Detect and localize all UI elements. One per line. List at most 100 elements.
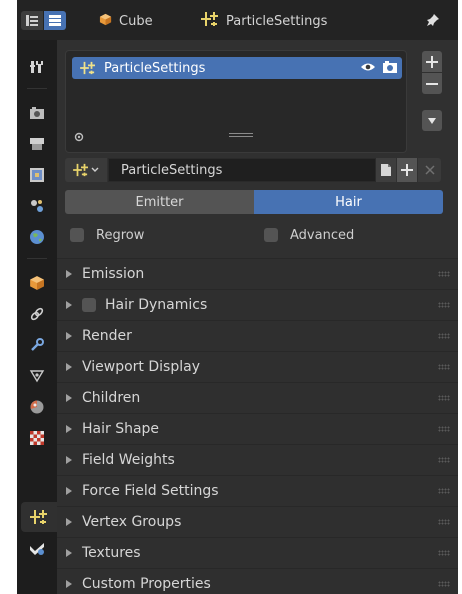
- panel-label: Hair Dynamics: [105, 297, 208, 313]
- particle-icon: [80, 61, 96, 75]
- checkbox-box[interactable]: [70, 228, 84, 242]
- data-icon[interactable]: [21, 534, 53, 564]
- panel-hair-dynamics[interactable]: Hair Dynamics: [57, 289, 458, 320]
- drag-handle-icon[interactable]: [438, 519, 450, 525]
- drag-handle-icon[interactable]: [438, 550, 450, 556]
- drag-handle-icon[interactable]: [438, 271, 450, 277]
- panel-list: Emission Hair Dynamics Render Viewport D…: [57, 258, 458, 594]
- cube-object-icon: [99, 13, 112, 30]
- physics-field-icon[interactable]: [21, 361, 53, 391]
- settings-name-field[interactable]: ParticleSettings: [108, 158, 376, 182]
- list-resize-handle[interactable]: [229, 133, 253, 139]
- texture-icon[interactable]: [21, 423, 53, 453]
- world-icon[interactable]: [21, 222, 53, 252]
- particle-icon: [201, 11, 219, 31]
- panel-label: Emission: [82, 266, 145, 282]
- panel-label: Viewport Display: [82, 359, 200, 375]
- particle-icon: [73, 163, 89, 177]
- breadcrumb-particle-settings: ParticleSettings: [201, 10, 327, 32]
- output-icon[interactable]: [21, 129, 53, 159]
- panel-force-field-settings[interactable]: Force Field Settings: [57, 475, 458, 506]
- particle-settings-selector: ParticleSettings: [65, 158, 441, 182]
- chevron-down-icon: [91, 167, 99, 173]
- drag-handle-icon[interactable]: [438, 426, 450, 432]
- panel-label: Force Field Settings: [82, 483, 219, 499]
- panel-label: Hair Shape: [82, 421, 160, 437]
- expand-triangle-icon: [66, 363, 72, 371]
- unlink-settings-button[interactable]: [418, 158, 441, 182]
- constraints-icon[interactable]: [21, 299, 53, 329]
- particle-systems-list[interactable]: ParticleSettings: [65, 50, 407, 153]
- panel-label: Vertex Groups: [82, 514, 182, 530]
- tab-emitter[interactable]: Emitter: [65, 190, 254, 214]
- particle-settings-name: ParticleSettings: [226, 13, 328, 29]
- render-visibility-icon[interactable]: [382, 60, 398, 78]
- properties-tab-strip: [17, 40, 57, 594]
- regrow-checkbox[interactable]: Regrow: [70, 227, 144, 243]
- tab-separator: [27, 88, 47, 89]
- panel-label: Textures: [82, 545, 141, 561]
- panel-label: Custom Properties: [82, 576, 211, 592]
- panel-viewport-display[interactable]: Viewport Display: [57, 351, 458, 382]
- panel-emission[interactable]: Emission: [57, 258, 458, 289]
- expand-triangle-icon: [66, 487, 72, 495]
- expand-triangle-icon: [66, 394, 72, 402]
- eye-icon[interactable]: [360, 60, 376, 78]
- panel-label: Render: [82, 328, 132, 344]
- drag-handle-icon[interactable]: [438, 581, 450, 587]
- expand-triangle-icon: [66, 518, 72, 526]
- expand-triangle-icon: [66, 332, 72, 340]
- expand-triangle-icon: [66, 456, 72, 464]
- view-layer-icon[interactable]: [21, 160, 53, 190]
- panel-render[interactable]: Render: [57, 320, 458, 351]
- modifier-icon[interactable]: [21, 330, 53, 360]
- expand-triangle-icon: [66, 425, 72, 433]
- panel-vertex-groups[interactable]: Vertex Groups: [57, 506, 458, 537]
- new-settings-button[interactable]: [397, 158, 417, 182]
- expand-triangle-icon: [66, 270, 72, 278]
- editor-header: Cube ParticleSettings: [17, 0, 458, 40]
- list-options-icon[interactable]: [74, 131, 84, 142]
- remove-particle-system-button[interactable]: [422, 73, 442, 94]
- tool-icon[interactable]: [21, 52, 53, 82]
- breadcrumb-object: Cube: [99, 10, 153, 32]
- properties-main: ParticleSettings ParticleSettings Emitte…: [57, 40, 458, 594]
- tab-separator: [27, 258, 47, 259]
- checkbox-box[interactable]: [264, 228, 278, 242]
- regrow-label: Regrow: [96, 227, 145, 243]
- list-item-name: ParticleSettings: [104, 60, 206, 76]
- tab-hair[interactable]: Hair: [254, 190, 443, 214]
- drag-handle-icon[interactable]: [438, 364, 450, 370]
- advanced-label: Advanced: [290, 227, 355, 243]
- hair-dynamics-checkbox[interactable]: [82, 298, 96, 312]
- panel-children[interactable]: Children: [57, 382, 458, 413]
- properties-editor: Cube ParticleSettings ParticleSettings P…: [17, 0, 458, 594]
- panel-field-weights[interactable]: Field Weights: [57, 444, 458, 475]
- drag-handle-icon[interactable]: [438, 333, 450, 339]
- scene-icon[interactable]: [21, 191, 53, 221]
- outliner-icon[interactable]: [44, 11, 66, 30]
- panel-custom-properties[interactable]: Custom Properties: [57, 568, 458, 594]
- panel-label: Field Weights: [82, 452, 175, 468]
- advanced-checkbox[interactable]: Advanced: [264, 227, 354, 243]
- panel-hair-shape[interactable]: Hair Shape: [57, 413, 458, 444]
- pin-icon[interactable]: [423, 10, 443, 30]
- specials-menu-button[interactable]: [422, 110, 442, 131]
- particle-type-tabs: Emitter Hair: [65, 190, 443, 214]
- panel-textures[interactable]: Textures: [57, 537, 458, 568]
- object-icon[interactable]: [21, 268, 53, 298]
- drag-handle-icon[interactable]: [438, 488, 450, 494]
- expand-triangle-icon: [66, 549, 72, 557]
- drag-handle-icon[interactable]: [438, 395, 450, 401]
- render-icon[interactable]: [21, 98, 53, 128]
- drag-handle-icon[interactable]: [438, 302, 450, 308]
- list-item[interactable]: ParticleSettings: [72, 57, 402, 79]
- material-icon[interactable]: [21, 392, 53, 422]
- drag-handle-icon[interactable]: [438, 457, 450, 463]
- fake-user-icon[interactable]: [376, 158, 396, 182]
- add-particle-system-button[interactable]: [422, 51, 442, 72]
- object-name: Cube: [119, 13, 153, 29]
- properties-editor-icon[interactable]: [21, 11, 43, 30]
- particles-icon[interactable]: [21, 502, 57, 532]
- browse-settings-button[interactable]: [65, 158, 107, 182]
